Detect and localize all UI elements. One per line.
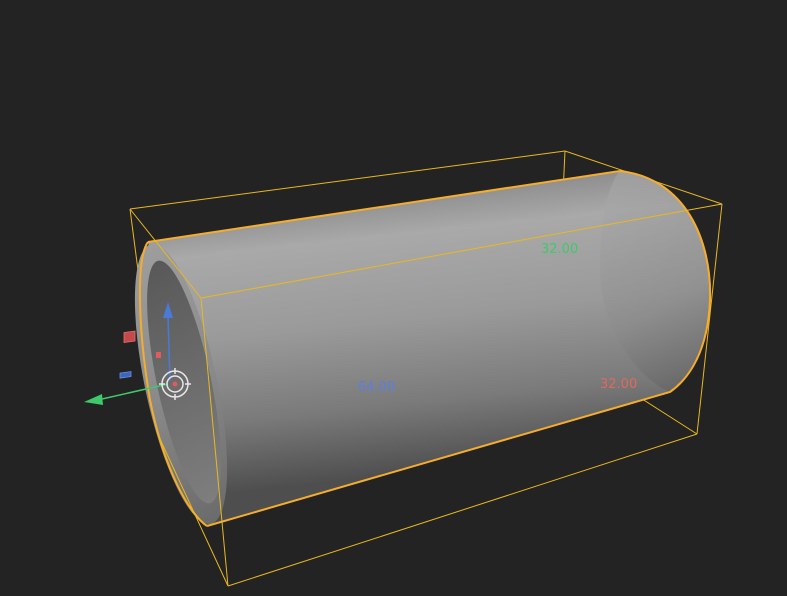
plane-handle-red-icon[interactable] [123, 330, 136, 344]
dimension-label-z: 64.00 [358, 380, 396, 395]
plane-handle-blue-icon[interactable] [119, 371, 132, 379]
scene-canvas[interactable] [0, 0, 787, 596]
pivot-center-dot [172, 381, 178, 387]
cylinder-mesh[interactable] [116, 169, 712, 531]
dimension-label-x: 32.00 [600, 377, 638, 392]
3d-viewport[interactable]: 32.00 64.00 32.00 [0, 0, 787, 596]
gizmo-x-handle[interactable] [156, 352, 161, 358]
gizmo-y-arrow[interactable] [84, 394, 103, 405]
dimension-label-y: 32.00 [541, 242, 579, 257]
